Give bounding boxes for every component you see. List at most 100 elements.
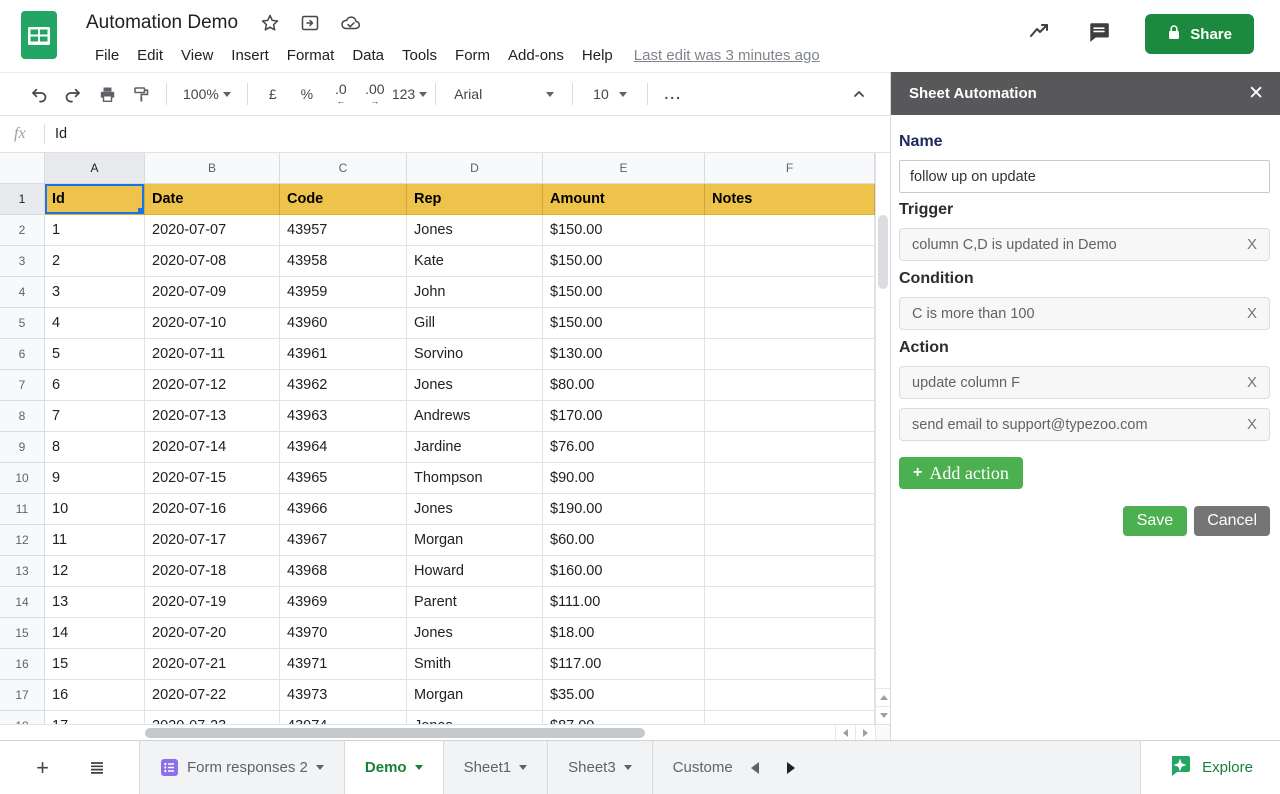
row-header-7[interactable]: 7 <box>0 370 45 401</box>
cell-A4[interactable]: 3 <box>45 277 145 308</box>
scroll-up-button[interactable] <box>876 688 890 706</box>
cell-B10[interactable]: 2020-07-15 <box>145 463 280 494</box>
more-tools-button[interactable]: ... <box>656 79 690 109</box>
cancel-button[interactable]: Cancel <box>1194 506 1270 536</box>
cell-D9[interactable]: Jardine <box>407 432 543 463</box>
cell-F1[interactable]: Notes <box>705 184 875 215</box>
increase-decimal-button[interactable]: .00→ <box>358 79 392 109</box>
cell-A10[interactable]: 9 <box>45 463 145 494</box>
cell-E6[interactable]: $130.00 <box>543 339 705 370</box>
cell-B5[interactable]: 2020-07-10 <box>145 308 280 339</box>
cell-B8[interactable]: 2020-07-13 <box>145 401 280 432</box>
cell-D7[interactable]: Jones <box>407 370 543 401</box>
cell-B1[interactable]: Date <box>145 184 280 215</box>
cell-D15[interactable]: Jones <box>407 618 543 649</box>
cell-D1[interactable]: Rep <box>407 184 543 215</box>
collapse-toolbar-button[interactable] <box>842 79 876 109</box>
row-header-9[interactable]: 9 <box>0 432 45 463</box>
cell-B18[interactable]: 2020-07-23 <box>145 711 280 724</box>
undo-button[interactable] <box>22 79 56 109</box>
paint-format-button[interactable] <box>124 79 158 109</box>
print-button[interactable] <box>90 79 124 109</box>
scroll-down-button[interactable] <box>876 706 890 724</box>
cell-D18[interactable]: Jones <box>407 711 543 724</box>
cell-E9[interactable]: $76.00 <box>543 432 705 463</box>
tabs-scroll-right-icon[interactable] <box>787 762 795 774</box>
remove-action-icon[interactable]: X <box>1239 416 1257 433</box>
cell-C7[interactable]: 43962 <box>280 370 407 401</box>
add-sheet-button[interactable]: + <box>29 754 57 782</box>
column-header-A[interactable]: A <box>45 153 145 184</box>
cell-A13[interactable]: 12 <box>45 556 145 587</box>
cell-E1[interactable]: Amount <box>543 184 705 215</box>
share-button[interactable]: Share <box>1145 14 1254 54</box>
cell-B6[interactable]: 2020-07-11 <box>145 339 280 370</box>
remove-condition-icon[interactable]: X <box>1239 305 1257 322</box>
cell-E7[interactable]: $80.00 <box>543 370 705 401</box>
cell-A17[interactable]: 16 <box>45 680 145 711</box>
cell-B11[interactable]: 2020-07-16 <box>145 494 280 525</box>
cell-B4[interactable]: 2020-07-09 <box>145 277 280 308</box>
cell-A16[interactable]: 15 <box>45 649 145 680</box>
cell-B2[interactable]: 2020-07-07 <box>145 215 280 246</box>
cell-E18[interactable]: $87.00 <box>543 711 705 724</box>
column-header-D[interactable]: D <box>407 153 543 184</box>
star-icon[interactable] <box>260 13 280 33</box>
cell-D2[interactable]: Jones <box>407 215 543 246</box>
cell-A8[interactable]: 7 <box>45 401 145 432</box>
cell-E15[interactable]: $18.00 <box>543 618 705 649</box>
remove-action-icon[interactable]: X <box>1239 374 1257 391</box>
cell-C18[interactable]: 43974 <box>280 711 407 724</box>
cell-B15[interactable]: 2020-07-20 <box>145 618 280 649</box>
add-action-button[interactable]: + Add action <box>899 457 1023 489</box>
cell-E17[interactable]: $35.00 <box>543 680 705 711</box>
cell-B7[interactable]: 2020-07-12 <box>145 370 280 401</box>
cell-C12[interactable]: 43967 <box>280 525 407 556</box>
cell-D13[interactable]: Howard <box>407 556 543 587</box>
cell-A15[interactable]: 14 <box>45 618 145 649</box>
cell-D5[interactable]: Gill <box>407 308 543 339</box>
menu-tools[interactable]: Tools <box>393 44 446 67</box>
cell-F17[interactable] <box>705 680 875 711</box>
row-header-14[interactable]: 14 <box>0 587 45 618</box>
cell-E2[interactable]: $150.00 <box>543 215 705 246</box>
cell-D12[interactable]: Morgan <box>407 525 543 556</box>
cell-A1[interactable]: Id <box>45 184 145 215</box>
cell-B3[interactable]: 2020-07-08 <box>145 246 280 277</box>
cell-F11[interactable] <box>705 494 875 525</box>
row-header-18[interactable]: 18 <box>0 711 45 724</box>
cell-F3[interactable] <box>705 246 875 277</box>
menu-insert[interactable]: Insert <box>222 44 278 67</box>
row-header-15[interactable]: 15 <box>0 618 45 649</box>
cell-D4[interactable]: John <box>407 277 543 308</box>
cell-D3[interactable]: Kate <box>407 246 543 277</box>
cell-C8[interactable]: 43963 <box>280 401 407 432</box>
horizontal-scrollbar[interactable] <box>0 724 890 740</box>
number-format-button[interactable]: 123 <box>392 79 427 109</box>
cell-C4[interactable]: 43959 <box>280 277 407 308</box>
cell-C9[interactable]: 43964 <box>280 432 407 463</box>
cell-B17[interactable]: 2020-07-22 <box>145 680 280 711</box>
row-header-6[interactable]: 6 <box>0 339 45 370</box>
row-header-16[interactable]: 16 <box>0 649 45 680</box>
cell-D11[interactable]: Jones <box>407 494 543 525</box>
cell-F12[interactable] <box>705 525 875 556</box>
cell-C6[interactable]: 43961 <box>280 339 407 370</box>
document-title[interactable]: Automation Demo <box>86 12 238 34</box>
cell-E10[interactable]: $90.00 <box>543 463 705 494</box>
cell-F15[interactable] <box>705 618 875 649</box>
row-header-5[interactable]: 5 <box>0 308 45 339</box>
redo-button[interactable] <box>56 79 90 109</box>
cell-F2[interactable] <box>705 215 875 246</box>
row-header-12[interactable]: 12 <box>0 525 45 556</box>
cell-D8[interactable]: Andrews <box>407 401 543 432</box>
cell-F7[interactable] <box>705 370 875 401</box>
vertical-scrollbar-thumb[interactable] <box>878 215 888 289</box>
save-button[interactable]: Save <box>1123 506 1187 536</box>
cell-C15[interactable]: 43970 <box>280 618 407 649</box>
sheet-tab-form-responses-2[interactable]: Form responses 2 <box>140 741 345 794</box>
cell-F10[interactable] <box>705 463 875 494</box>
cell-B16[interactable]: 2020-07-21 <box>145 649 280 680</box>
cell-B14[interactable]: 2020-07-19 <box>145 587 280 618</box>
menu-edit[interactable]: Edit <box>128 44 172 67</box>
